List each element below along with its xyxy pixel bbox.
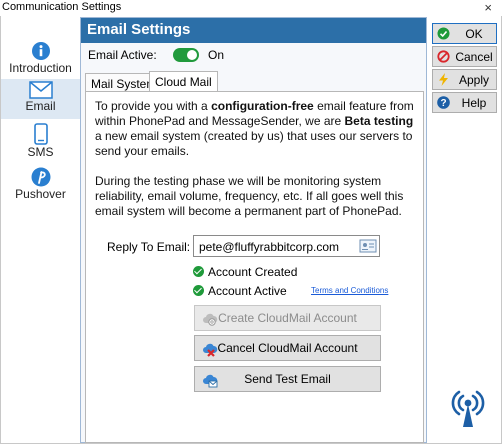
intro-paragraph-2: During the testing phase we will be moni… xyxy=(95,174,404,218)
info-icon xyxy=(31,42,50,60)
cloud-mail-icon xyxy=(203,374,218,388)
email-active-label: Email Active: xyxy=(88,48,157,62)
reply-email-label: Reply To Email: xyxy=(107,240,191,254)
reply-email-input[interactable] xyxy=(193,235,380,257)
help-button[interactable]: ? Help xyxy=(432,92,497,113)
cloud-at-icon xyxy=(203,313,218,326)
intro-text: To provide you with a configuration-free… xyxy=(95,99,415,234)
send-test-email-button[interactable]: Send Test Email xyxy=(194,366,381,392)
window-title: Communication Settings xyxy=(2,1,122,13)
sidebar-item-sms[interactable]: SMS xyxy=(1,123,80,163)
terms-link[interactable]: Terms and Conditions xyxy=(311,286,388,295)
sidebar-item-label: SMS xyxy=(27,145,54,159)
sidebar: Introduction Email SMS Pushover xyxy=(1,17,80,443)
sidebar-item-label: Pushover xyxy=(15,187,66,201)
sidebar-item-label: Email xyxy=(25,99,56,113)
sidebar-item-label: Introduction xyxy=(9,61,72,75)
tab-cloud-mail[interactable]: Cloud Mail xyxy=(149,71,218,92)
sidebar-item-email[interactable]: Email xyxy=(1,79,80,119)
check-circle-icon xyxy=(437,27,450,40)
title-bar: Communication Settings × xyxy=(0,0,502,16)
create-cloudmail-button[interactable]: Create CloudMail Account xyxy=(194,305,381,331)
help-icon: ? xyxy=(437,96,450,109)
check-icon xyxy=(193,266,204,277)
cancel-button[interactable]: Cancel xyxy=(432,46,497,67)
main-panel: Email Settings Email Active: On Mail Sys… xyxy=(80,17,427,443)
check-icon xyxy=(193,285,204,296)
page-title: Email Settings xyxy=(81,18,426,43)
email-active-toggle[interactable] xyxy=(173,48,199,62)
pushover-icon xyxy=(31,167,50,187)
email-active-row: Email Active: On xyxy=(88,48,224,64)
cancel-icon xyxy=(437,50,450,63)
account-created-status: Account Created xyxy=(193,265,297,279)
cancel-cloudmail-button[interactable]: Cancel CloudMail Account xyxy=(194,335,381,361)
close-icon[interactable]: × xyxy=(484,0,492,15)
lightning-icon xyxy=(439,73,448,86)
envelope-icon xyxy=(28,81,53,99)
contact-card-icon[interactable] xyxy=(359,238,377,254)
intro-paragraph-1: To provide you with a configuration-free… xyxy=(95,99,414,158)
account-active-status: Account Active xyxy=(193,284,287,298)
broadcast-signal-icon xyxy=(451,390,485,427)
phone-icon xyxy=(33,123,48,145)
cloud-x-icon xyxy=(203,343,218,357)
ok-button[interactable]: OK xyxy=(432,23,497,44)
email-active-state: On xyxy=(208,48,225,62)
sidebar-item-pushover[interactable]: Pushover xyxy=(1,167,80,207)
svg-text:?: ? xyxy=(440,98,446,109)
cloud-mail-panel: To provide you with a configuration-free… xyxy=(85,91,424,443)
apply-button[interactable]: Apply xyxy=(432,69,497,90)
